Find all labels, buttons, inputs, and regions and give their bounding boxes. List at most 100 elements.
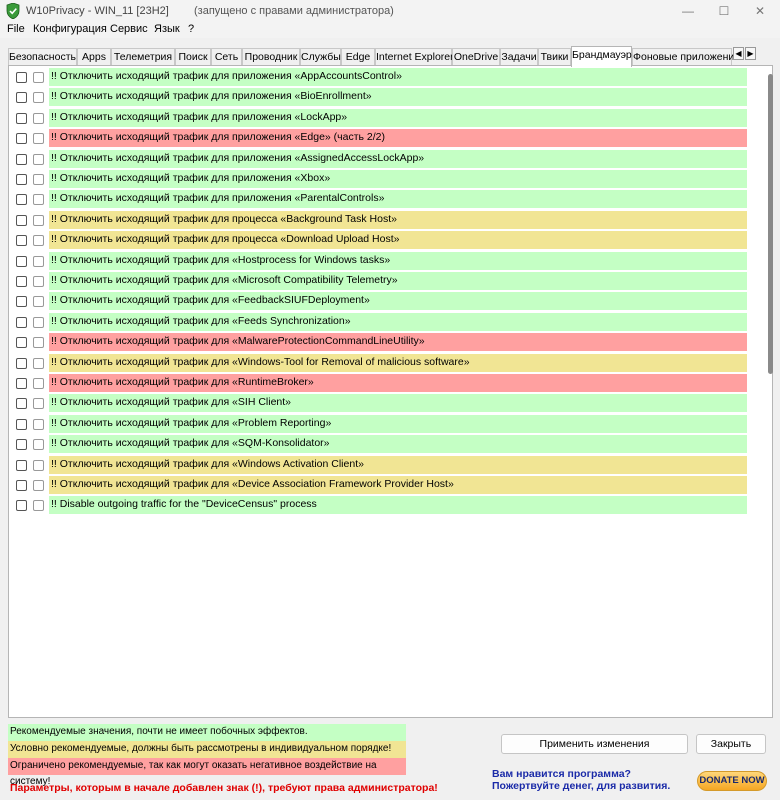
rule-label[interactable]: !! Отключить исходящий трафик для «Feeds… — [49, 312, 747, 331]
rule-label[interactable]: !! Отключить исходящий трафик для «Windo… — [49, 455, 747, 474]
rule-checkbox[interactable] — [16, 92, 27, 104]
vertical-scrollbar[interactable] — [767, 68, 774, 718]
rule-default-checkbox[interactable] — [33, 174, 44, 185]
tab-apps[interactable]: Apps — [77, 48, 111, 66]
rule-default-checkbox[interactable] — [33, 276, 44, 287]
rule-default-checkbox[interactable] — [33, 133, 44, 145]
firewall-rule-row: !! Отключить исходящий трафик для прилож… — [16, 190, 747, 209]
rule-default-checkbox[interactable] — [33, 194, 44, 206]
minimize-button[interactable]: — — [670, 0, 706, 22]
tab-scroll-right-button[interactable]: ▶ — [745, 47, 756, 60]
rule-default-checkbox[interactable] — [33, 357, 44, 369]
rule-label[interactable]: !! Отключить исходящий трафик для прилож… — [49, 190, 747, 209]
rule-default-checkbox[interactable] — [33, 459, 44, 471]
rule-default-checkbox[interactable] — [33, 255, 44, 267]
rule-default-checkbox[interactable] — [33, 378, 44, 389]
rule-label[interactable]: !! Отключить исходящий трафик для «Feedb… — [49, 292, 747, 311]
rule-label[interactable]: !! Отключить исходящий трафик для процес… — [49, 231, 747, 250]
rule-label[interactable]: !! Отключить исходящий трафик для «Devic… — [49, 476, 747, 494]
rule-label[interactable]: !! Отключить исходящий трафик для прилож… — [49, 129, 747, 148]
rule-checkbox[interactable] — [16, 296, 27, 308]
tab-security[interactable]: Безопасность — [8, 48, 77, 66]
rule-default-checkbox[interactable] — [33, 337, 44, 349]
rule-checkbox[interactable] — [16, 235, 27, 247]
rule-label[interactable]: !! Отключить исходящий трафик для «Malwa… — [49, 333, 747, 352]
rule-label[interactable]: !! Отключить исходящий трафик для прилож… — [49, 88, 747, 107]
menu-service[interactable]: Сервис — [110, 23, 148, 35]
rule-default-checkbox[interactable] — [33, 92, 44, 104]
rule-checkbox[interactable] — [16, 398, 27, 410]
rule-checkbox[interactable] — [16, 357, 27, 369]
exit-button[interactable]: Закрыть — [696, 734, 766, 754]
tab-telemetry[interactable]: Телеметрия — [111, 48, 175, 66]
rule-checkbox[interactable] — [16, 480, 27, 491]
rule-default-checkbox[interactable] — [33, 112, 44, 124]
rule-checkbox[interactable] — [16, 214, 27, 226]
donate-button[interactable]: DONATE NOW — [697, 771, 767, 791]
rule-label[interactable]: !! Отключить исходящий трафик для процес… — [49, 210, 747, 229]
tab-edge[interactable]: Edge — [341, 48, 375, 66]
tab-background-apps[interactable]: Фоновые приложения — [632, 48, 740, 66]
rule-checkbox[interactable] — [16, 153, 27, 165]
rule-default-checkbox[interactable] — [33, 398, 44, 410]
rule-checkbox[interactable] — [16, 378, 27, 389]
rule-checkbox[interactable] — [16, 439, 27, 451]
tab-services[interactable]: Службы — [300, 48, 341, 66]
tab-firewall[interactable]: Брандмауэр — [571, 46, 632, 67]
rule-checkbox[interactable] — [16, 72, 27, 83]
rule-default-checkbox[interactable] — [33, 439, 44, 451]
rule-checkbox[interactable] — [16, 133, 27, 145]
rule-checkbox[interactable] — [16, 418, 27, 430]
tab-tasks[interactable]: Задачи — [500, 48, 538, 66]
tab-scroll-left-button[interactable]: ◀ — [733, 47, 744, 60]
rule-default-checkbox[interactable] — [33, 316, 44, 328]
rule-checkbox[interactable] — [16, 112, 27, 124]
rule-label[interactable]: !! Отключить исходящий трафик для «Hostp… — [49, 251, 747, 270]
rule-label[interactable]: !! Отключить исходящий трафик для «Windo… — [49, 353, 747, 372]
rule-default-checkbox[interactable] — [33, 235, 44, 247]
rule-label[interactable]: !! Отключить исходящий трафик для «SQM-K… — [49, 435, 747, 454]
rule-label[interactable]: !! Отключить исходящий трафик для «Micro… — [49, 272, 747, 290]
tab-search[interactable]: Поиск — [175, 48, 211, 66]
menu-configuration[interactable]: Конфигурация — [33, 23, 107, 35]
tab-network[interactable]: Сеть — [211, 48, 242, 66]
firewall-rule-row: !! Отключить исходящий трафик для процес… — [16, 231, 747, 250]
scrollbar-thumb[interactable] — [768, 74, 773, 374]
rule-default-checkbox[interactable] — [33, 500, 44, 512]
rule-label[interactable]: !! Отключить исходящий трафик для прилож… — [49, 108, 747, 127]
apply-changes-button[interactable]: Применить изменения — [501, 734, 688, 754]
rule-label[interactable]: !! Отключить исходящий трафик для прилож… — [49, 149, 747, 168]
menu-language[interactable]: Язык — [154, 23, 180, 35]
rule-label[interactable]: !! Отключить исходящий трафик для прилож… — [49, 68, 747, 86]
rule-checkbox[interactable] — [16, 255, 27, 267]
rule-checkbox[interactable] — [16, 500, 27, 512]
rule-checkbox[interactable] — [16, 276, 27, 287]
rule-default-checkbox[interactable] — [33, 72, 44, 83]
rule-default-checkbox[interactable] — [33, 296, 44, 308]
rule-checkbox[interactable] — [16, 459, 27, 471]
tab-internet-explorer[interactable]: Internet Explorer — [375, 48, 454, 66]
shield-app-icon — [6, 3, 20, 19]
rule-label[interactable]: !! Отключить исходящий трафик для «Probl… — [49, 414, 747, 433]
rule-checkbox[interactable] — [16, 337, 27, 349]
rule-default-checkbox[interactable] — [33, 480, 44, 491]
firewall-rule-row: !! Отключить исходящий трафик для «Runti… — [16, 374, 747, 392]
chevron-right-icon: ▶ — [747, 49, 754, 58]
rule-checkbox[interactable] — [16, 174, 27, 185]
rule-label[interactable]: !! Отключить исходящий трафик для прилож… — [49, 170, 747, 188]
rule-checkbox[interactable] — [16, 194, 27, 206]
rule-label[interactable]: !! Отключить исходящий трафик для «Runti… — [49, 374, 747, 392]
menu-file[interactable]: File — [7, 23, 25, 35]
tab-explorer[interactable]: Проводник — [242, 48, 300, 66]
rule-label[interactable]: !! Disable outgoing traffic for the "Dev… — [49, 496, 747, 515]
rule-checkbox[interactable] — [16, 316, 27, 328]
rule-default-checkbox[interactable] — [33, 214, 44, 226]
tab-tweaks[interactable]: Твики — [538, 48, 571, 66]
maximize-button[interactable]: ☐ — [706, 0, 742, 22]
tab-onedrive[interactable]: OneDrive — [452, 48, 500, 66]
rule-label[interactable]: !! Отключить исходящий трафик для «SIH C… — [49, 394, 747, 413]
rule-default-checkbox[interactable] — [33, 418, 44, 430]
menu-help[interactable]: ? — [188, 23, 194, 35]
close-button[interactable]: ✕ — [742, 0, 778, 22]
rule-default-checkbox[interactable] — [33, 153, 44, 165]
